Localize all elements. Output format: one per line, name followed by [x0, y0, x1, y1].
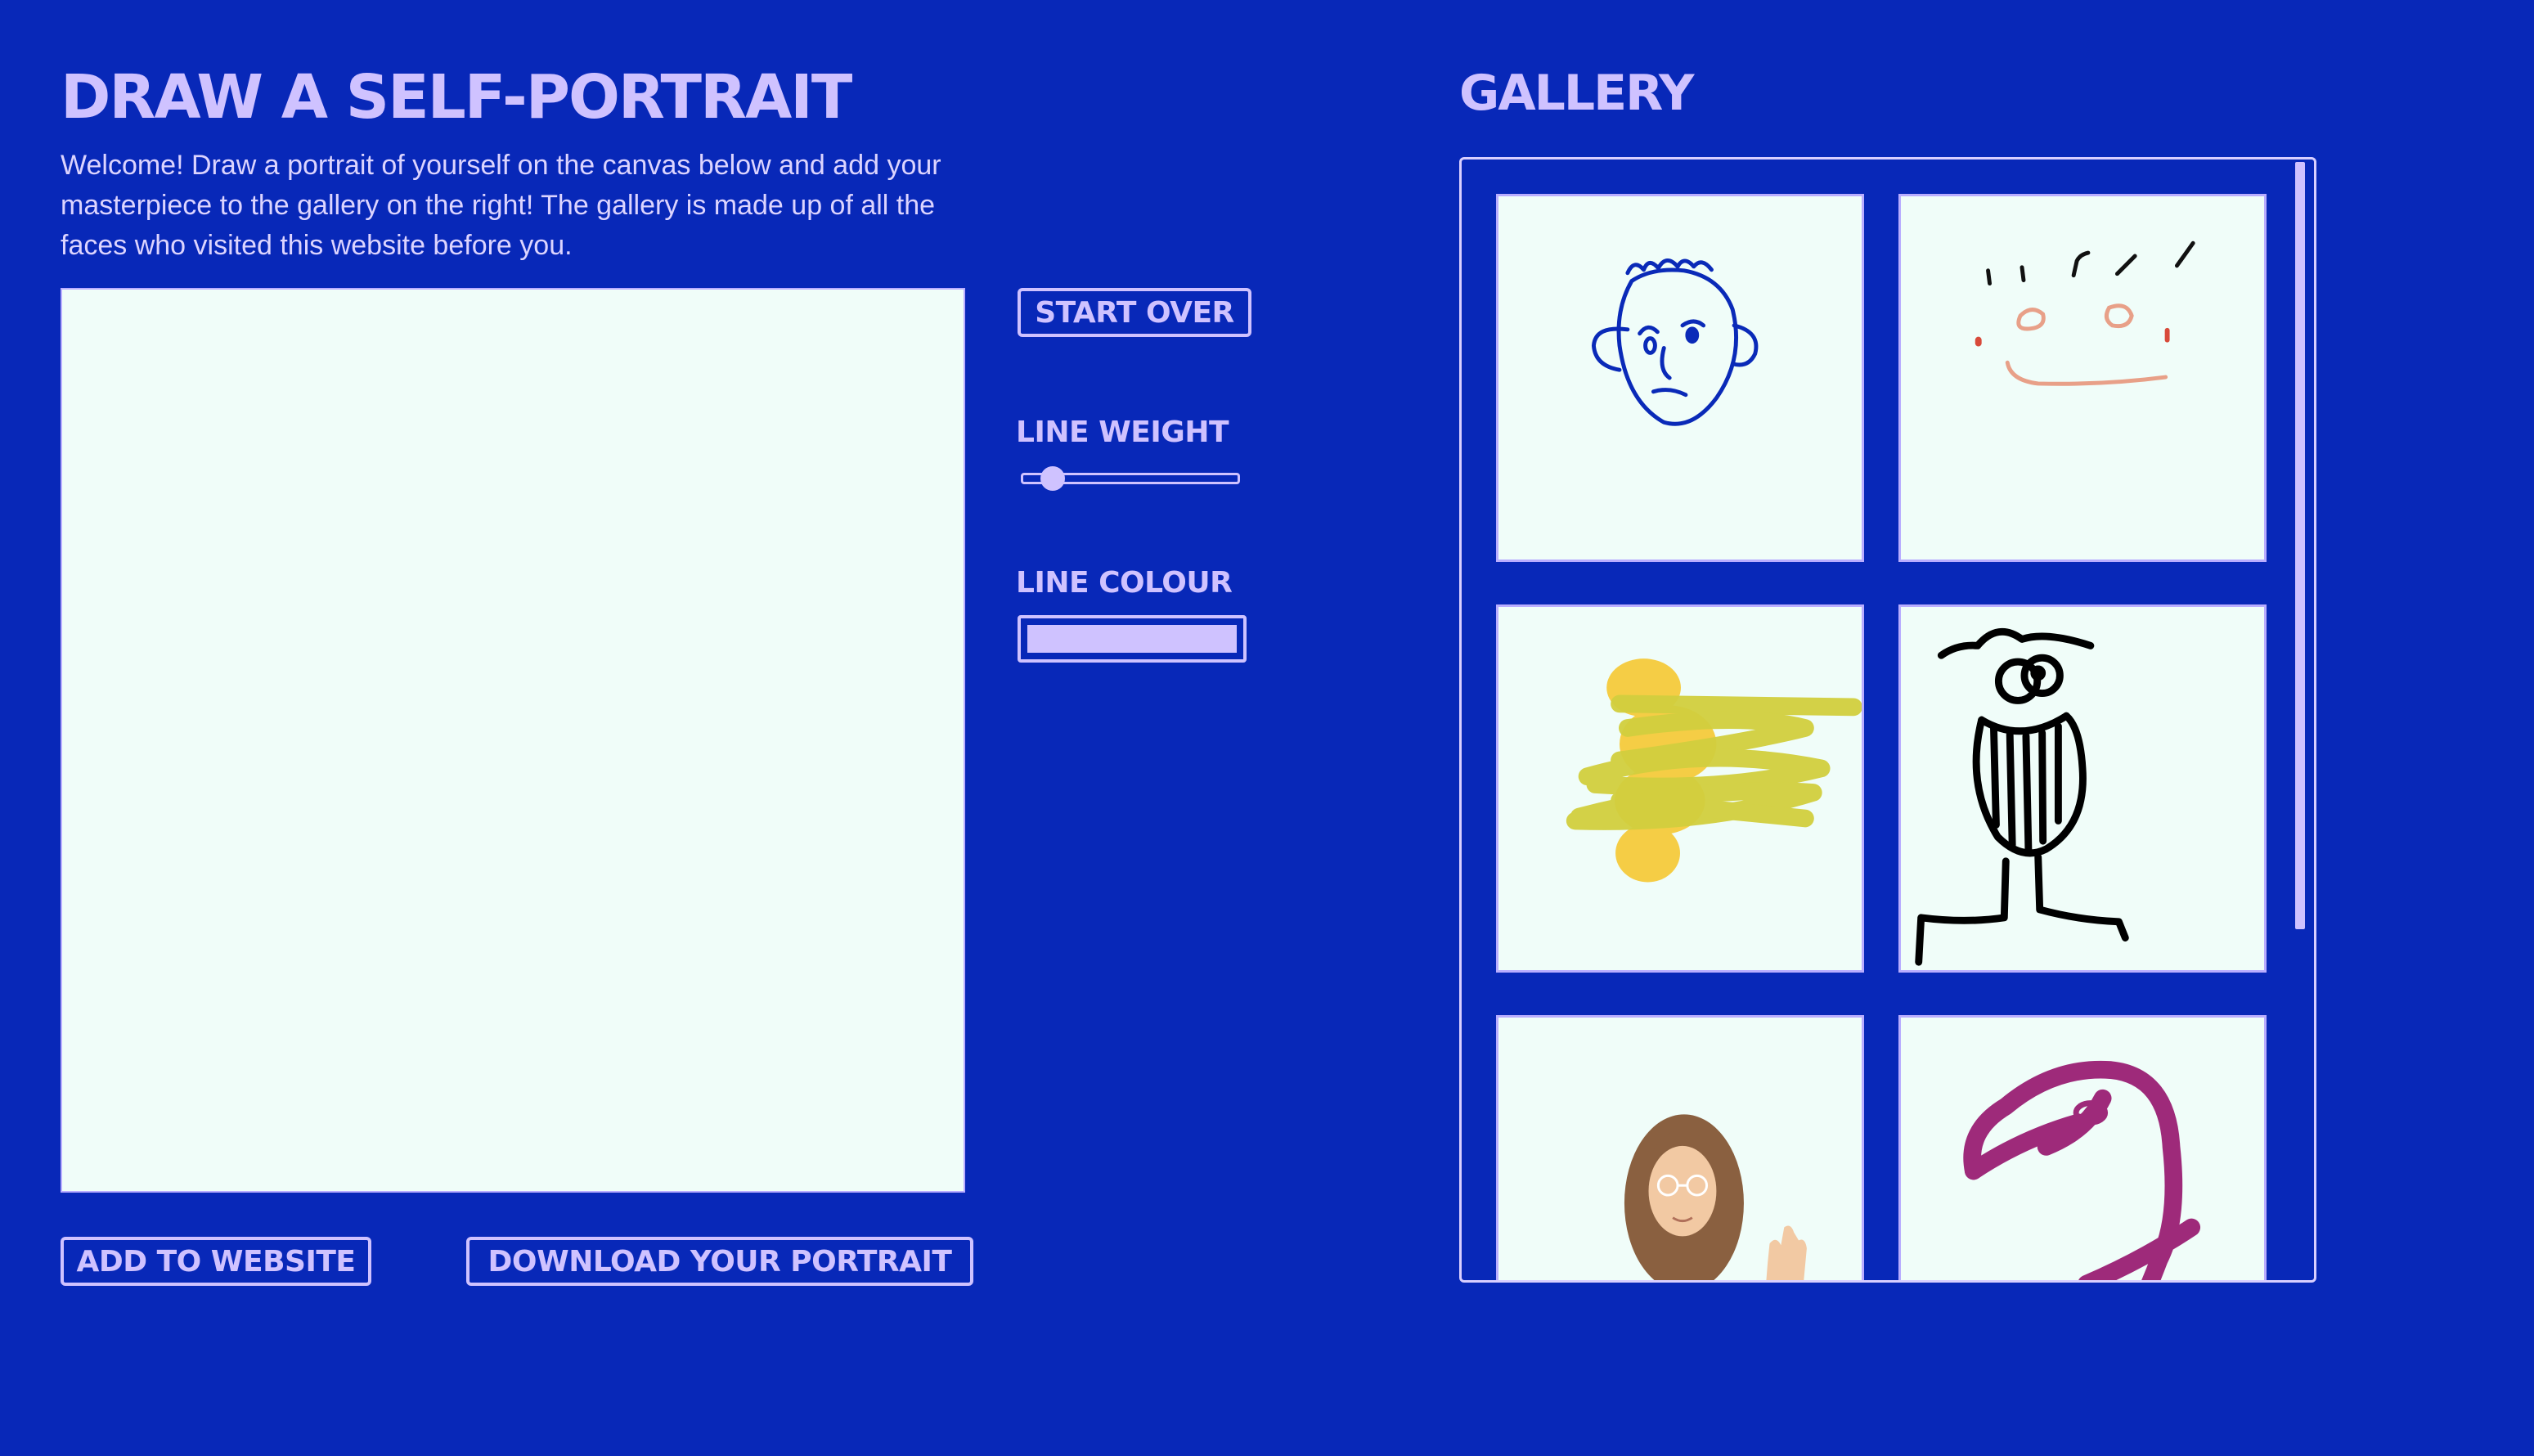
yellow-scribble-drawing-icon — [1566, 658, 1862, 883]
gallery-scrollbar[interactable] — [2295, 162, 2305, 929]
gallery-item[interactable] — [1898, 1015, 2267, 1280]
start-over-button[interactable]: START OVER — [1018, 288, 1251, 337]
gallery-item[interactable] — [1496, 194, 1864, 562]
gallery-item[interactable] — [1496, 604, 1864, 973]
download-portrait-button[interactable]: DOWNLOAD YOUR PORTRAIT — [466, 1237, 973, 1286]
line-weight-slider-thumb[interactable] — [1040, 466, 1065, 491]
page-title: DRAW A SELF-PORTRAIT — [61, 62, 852, 133]
sparse-smile-face-drawing-icon — [1975, 240, 2195, 386]
line-colour-picker[interactable] — [1018, 615, 1247, 663]
intro-text: Welcome! Draw a portrait of yourself on … — [61, 150, 941, 261]
line-weight-label: LINE WEIGHT — [1016, 416, 1229, 449]
waving-person-illustration-icon — [1624, 1114, 1807, 1280]
gallery-title: GALLERY — [1459, 65, 1695, 122]
gallery-panel[interactable] — [1459, 157, 2316, 1283]
add-to-website-button[interactable]: ADD TO WEBSITE — [61, 1237, 371, 1286]
gallery-item[interactable] — [1898, 604, 2267, 973]
blue-line-face-drawing-icon — [1591, 258, 1759, 426]
line-colour-swatch — [1027, 625, 1237, 653]
line-colour-label: LINE COLOUR — [1016, 566, 1233, 600]
purple-bird-drawing-icon — [1963, 1060, 2201, 1280]
gallery-item[interactable] — [1898, 194, 2267, 562]
gallery-item[interactable] — [1496, 1015, 1864, 1280]
drawing-canvas[interactable] — [61, 288, 965, 1193]
grinning-stick-figure-drawing-icon — [1915, 627, 2129, 966]
